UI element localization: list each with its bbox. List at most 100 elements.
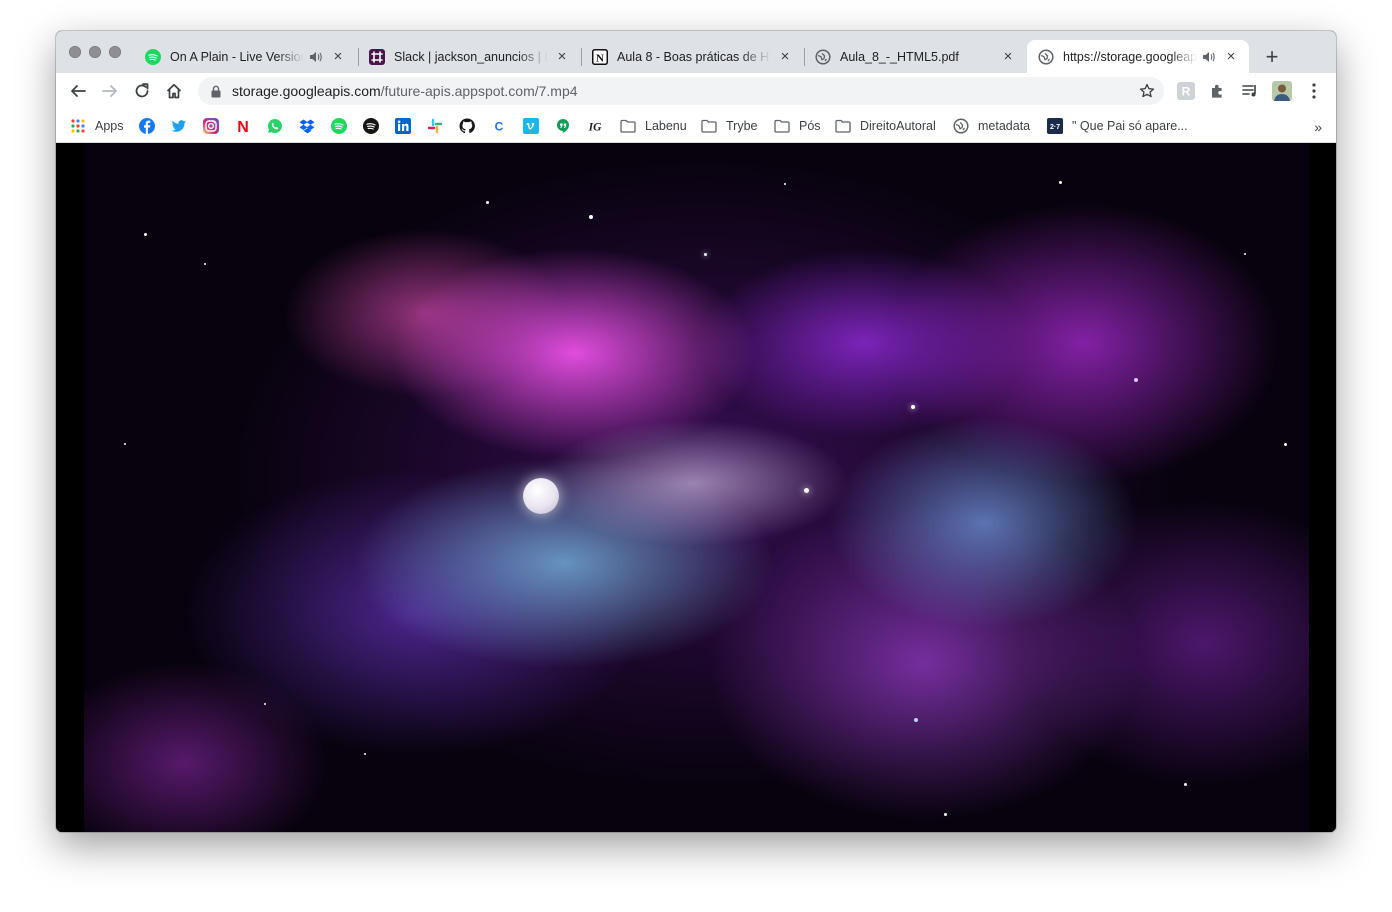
star [944,813,947,816]
bookmark-c[interactable]: C [491,115,507,137]
bookmark-hangouts[interactable] [555,115,571,137]
tab-title: https://storage.googleap [1063,49,1197,64]
star [911,405,915,409]
media-queue-icon[interactable] [1239,80,1261,102]
page-content [56,143,1336,832]
svg-text:2·7: 2·7 [1050,124,1060,131]
bookmark-whatsapp[interactable] [267,115,283,137]
star [804,488,809,493]
home-icon [166,83,182,99]
speaker-icon[interactable] [1201,51,1217,63]
bookmark-metadata[interactable]: metadata [953,115,1030,137]
bookmark-label: Trybe [726,119,758,133]
bookmark-folder-trybe[interactable]: Trybe [701,115,758,137]
bookmark-label: Apps [95,119,124,133]
bookmark-spotify[interactable] [331,115,347,137]
bookmark-label: Labenu [645,119,687,133]
bookmark-netflix[interactable]: N [235,115,251,137]
toolbar: storage.googleapis.com/future-apis.appsp… [56,73,1336,109]
bookmark-folder-labenu[interactable]: Labenu [620,115,687,137]
star [784,183,786,185]
close-tab-icon[interactable]: × [777,48,793,65]
new-tab-button[interactable]: + [1260,44,1284,69]
star [704,253,707,256]
url-host: storage.googleapis.com [232,83,381,99]
close-tab-icon[interactable]: × [1223,48,1239,65]
bookmark-instagram[interactable] [203,115,219,137]
tab-pdf[interactable]: Aula_8_-_HTML5.pdf × [804,40,1026,73]
bookmark-dropbox[interactable] [299,115,315,137]
extensions-puzzle-icon[interactable] [1207,80,1229,102]
address-bar[interactable]: storage.googleapis.com/future-apis.appsp… [198,77,1164,105]
globe-icon [953,118,969,134]
speaker-icon[interactable] [308,51,324,63]
bookmark-folder-pos[interactable]: Pós [774,115,821,137]
globe-icon [815,48,831,65]
lock-icon[interactable] [208,83,224,99]
tab-title: Aula 8 - Boas práticas de HT [617,49,771,64]
bookmark-que-pai[interactable]: 2·7 " Que Pai só apare... [1047,115,1188,137]
zoom-window-button[interactable] [109,46,121,58]
back-button[interactable] [66,79,90,103]
star [1284,443,1287,446]
back-arrow-icon [71,85,86,97]
bookmark-folder-direitoautoral[interactable]: DireitoAutoral [835,115,936,137]
planet-in-video [523,478,559,514]
facebook-icon [139,118,155,134]
twitter-icon [171,118,187,134]
bookmarks-overflow-chevron-icon[interactable]: » [1314,119,1322,135]
tab-spotify[interactable]: On A Plain - Live Version × [134,40,356,73]
instagram-icon [203,118,219,134]
video-player[interactable] [84,143,1309,832]
tab-strip: On A Plain - Live Version × Slack | jack… [56,31,1336,73]
star [914,718,918,722]
star [364,753,366,755]
bookmark-github[interactable] [459,115,475,137]
browser-window: On A Plain - Live Version × Slack | jack… [56,31,1336,832]
ig-icon: IG [587,118,603,134]
slack-icon [369,48,385,65]
tab-notion[interactable]: N Aula 8 - Boas práticas de HT × [581,40,803,73]
tab-slack[interactable]: Slack | jackson_anuncios | L × [358,40,580,73]
close-tab-icon[interactable]: × [554,48,570,65]
tab-title: On A Plain - Live Version [170,49,304,64]
avatar[interactable] [1271,80,1293,102]
globe-icon [1038,48,1054,65]
reload-button[interactable] [130,79,154,103]
bookmark-star-icon[interactable] [1138,82,1156,100]
star [124,443,126,445]
bookmark-slack[interactable] [427,115,443,137]
bookmark-twitter[interactable] [171,115,187,137]
c-icon: C [491,118,507,134]
folder-icon [701,118,717,134]
bookmark-linkedin[interactable] [395,115,411,137]
star [264,703,266,705]
star [1059,181,1062,184]
star [204,263,206,265]
bookmark-spotify-dark[interactable] [363,115,379,137]
bookmark-label: Pós [799,119,821,133]
27-icon: 2·7 [1047,118,1063,134]
bookmark-facebook[interactable] [139,115,155,137]
forward-button[interactable] [98,79,122,103]
bookmark-ig[interactable]: IG [587,115,603,137]
close-tab-icon[interactable]: × [1000,48,1016,65]
tab-video-active[interactable]: https://storage.googleap × [1027,40,1249,73]
star [486,201,489,204]
svg-text:C: C [495,120,504,134]
whatsapp-icon [267,118,283,134]
home-button[interactable] [162,79,186,103]
close-window-button[interactable] [69,46,81,58]
apps-grid-icon [70,118,86,134]
folder-icon [774,118,790,134]
minimize-window-button[interactable] [89,46,101,58]
bookmark-vimeo[interactable] [523,115,539,137]
github-icon [459,118,475,134]
url-text[interactable]: storage.googleapis.com/future-apis.appsp… [232,83,578,99]
menu-kebab-icon[interactable] [1303,80,1325,102]
bookmark-apps[interactable]: Apps [70,115,124,137]
star [589,215,593,219]
close-tab-icon[interactable]: × [330,48,346,65]
folder-icon [620,118,636,134]
extension-r-icon[interactable]: R [1175,80,1197,102]
